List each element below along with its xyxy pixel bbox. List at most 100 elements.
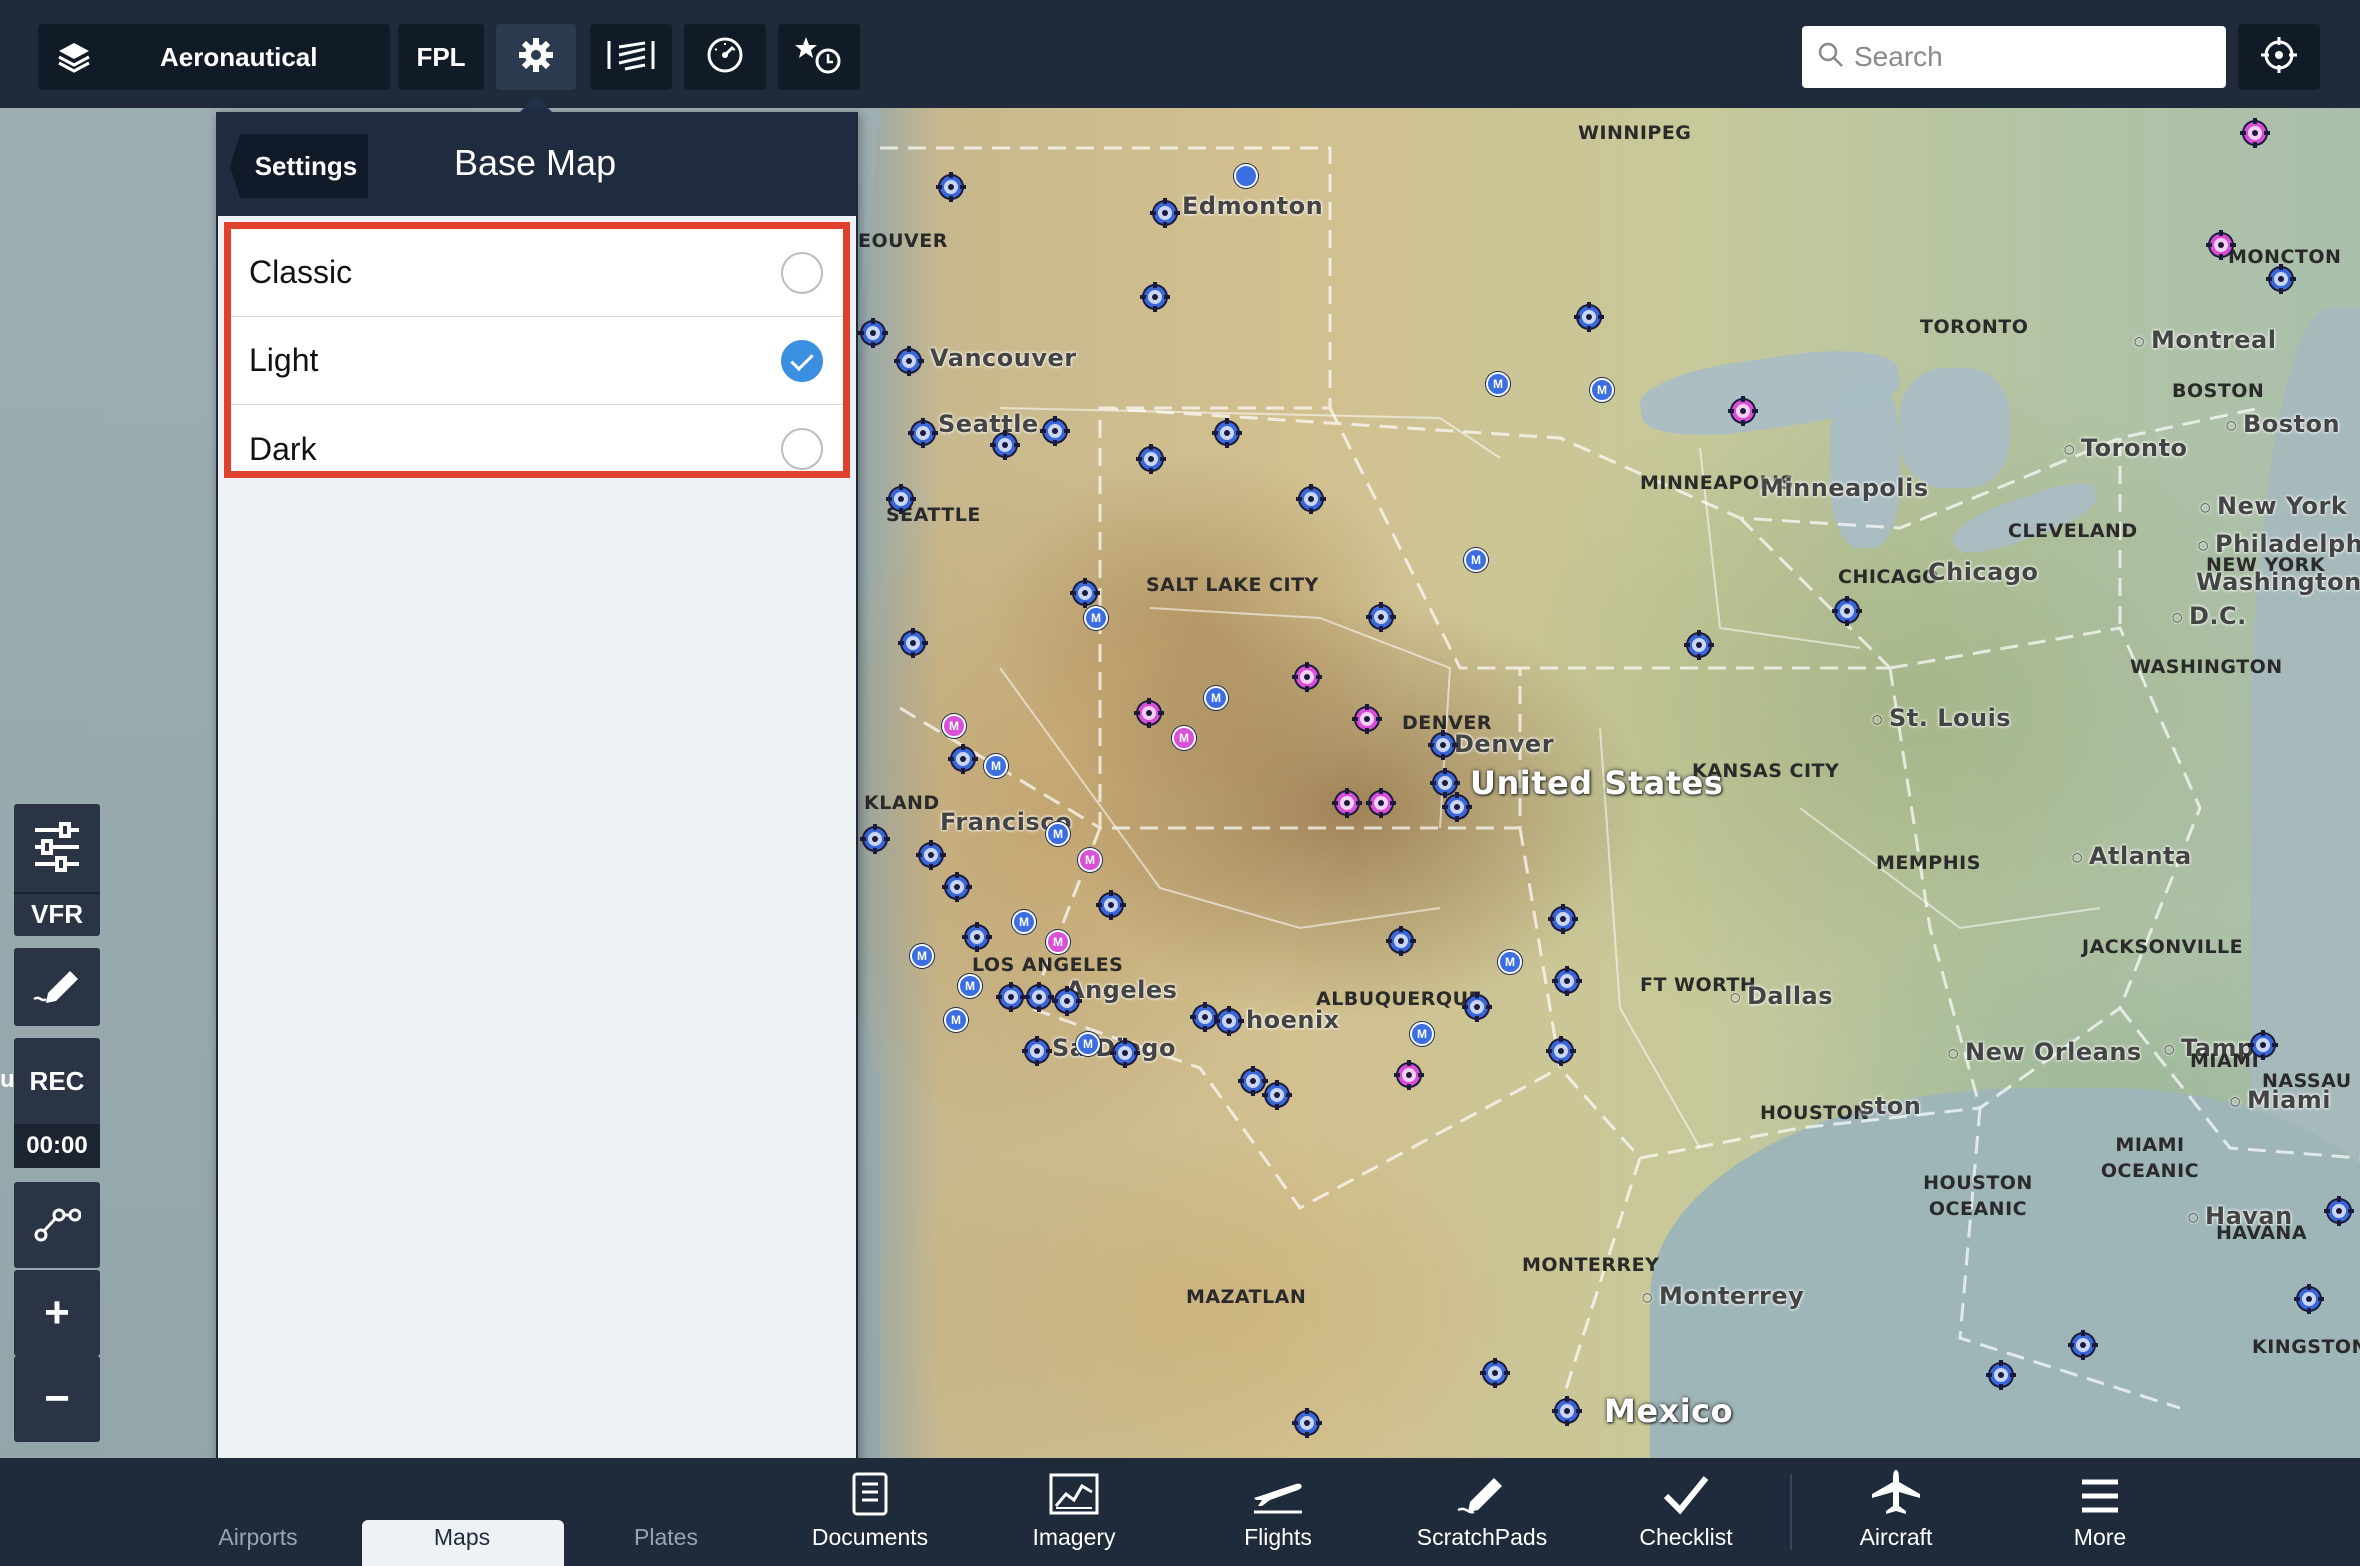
airport-marker[interactable] <box>2206 230 2236 260</box>
airport-marker[interactable] <box>860 824 890 854</box>
military-airport-badge[interactable]: M <box>1046 822 1070 846</box>
tab-flights[interactable]: Flights <box>1188 1458 1368 1566</box>
tab-airports[interactable]: Airports <box>168 1458 348 1566</box>
airport-marker[interactable] <box>1546 1036 1576 1066</box>
airport-marker[interactable] <box>908 418 938 448</box>
military-airport-badge[interactable]: M <box>1204 686 1228 710</box>
airport-marker[interactable] <box>2266 264 2296 294</box>
airport-marker[interactable] <box>1096 890 1126 920</box>
airport-marker[interactable] <box>962 922 992 952</box>
search-input[interactable] <box>1854 41 2214 73</box>
military-airport-badge[interactable]: M <box>1464 548 1488 572</box>
draw-button[interactable] <box>14 948 100 1026</box>
airport-marker[interactable] <box>2294 1284 2324 1314</box>
option-light[interactable]: Light <box>231 317 843 405</box>
tab-checklist[interactable]: Checklist <box>1596 1458 1776 1566</box>
military-airport-badge[interactable]: M <box>1590 378 1614 402</box>
airport-marker[interactable] <box>936 172 966 202</box>
airport-marker[interactable] <box>1292 1408 1322 1438</box>
recents-favorites-button[interactable] <box>778 24 860 90</box>
airport-marker[interactable] <box>1262 1080 1292 1110</box>
airport-marker[interactable] <box>1386 926 1416 956</box>
airport-marker[interactable] <box>1428 730 1458 760</box>
military-airport-badge[interactable]: M <box>944 1008 968 1032</box>
search-box[interactable] <box>1802 26 2226 88</box>
map-layer-button[interactable]: Aeronautical <box>38 24 390 90</box>
map-settings-button[interactable]: VFR <box>14 804 100 936</box>
tab-more[interactable]: More <box>2010 1458 2190 1566</box>
option-dark[interactable]: Dark <box>231 405 843 493</box>
military-airport-badge[interactable]: M <box>1084 606 1108 630</box>
military-airport-badge[interactable]: M <box>1076 1032 1100 1056</box>
airport-marker[interactable] <box>1352 704 1382 734</box>
airport-marker[interactable] <box>942 872 972 902</box>
airport-marker[interactable] <box>1022 1036 1052 1066</box>
airport-marker[interactable] <box>1040 416 1070 446</box>
tab-imagery[interactable]: Imagery <box>984 1458 1164 1566</box>
airport-marker[interactable] <box>898 628 928 658</box>
military-airport-badge[interactable]: M <box>1172 726 1196 750</box>
airport-marker[interactable] <box>1728 396 1758 426</box>
military-airport-badge[interactable]: M <box>910 944 934 968</box>
airport-marker[interactable] <box>1480 1358 1510 1388</box>
locate-button[interactable] <box>2238 24 2320 90</box>
option-classic[interactable]: Classic <box>231 229 843 317</box>
military-airport-badge[interactable]: M <box>984 754 1008 778</box>
airport-marker[interactable] <box>1110 1038 1140 1068</box>
airport-marker[interactable] <box>1292 662 1322 692</box>
military-airport-badge[interactable]: M <box>1012 910 1036 934</box>
airport-marker[interactable] <box>1136 444 1166 474</box>
military-airport-badge[interactable]: M <box>1046 930 1070 954</box>
airport-marker[interactable] <box>1366 788 1396 818</box>
airport-marker[interactable] <box>1832 596 1862 626</box>
airport-marker[interactable] <box>916 840 946 870</box>
airport-marker[interactable] <box>1394 1060 1424 1090</box>
airport-marker[interactable] <box>1462 992 1492 1022</box>
military-airport-badge[interactable]: M <box>1078 848 1102 872</box>
track-record-button[interactable]: REC 00:00 <box>14 1038 100 1168</box>
tab-aircraft[interactable]: Aircraft <box>1806 1458 1986 1566</box>
zoom-in-button[interactable]: + <box>14 1270 100 1356</box>
airport-marker[interactable] <box>1442 792 1472 822</box>
airport-marker[interactable] <box>1150 198 1180 228</box>
airport-marker[interactable] <box>996 982 1026 1012</box>
route-button[interactable] <box>14 1182 100 1268</box>
tab-documents[interactable]: Documents <box>780 1458 960 1566</box>
airport-marker[interactable] <box>1296 484 1326 514</box>
airport-marker[interactable] <box>1332 788 1362 818</box>
airport-marker[interactable] <box>1574 302 1604 332</box>
airport-marker[interactable] <box>1366 602 1396 632</box>
airport-marker[interactable] <box>1212 418 1242 448</box>
settings-back-button[interactable]: Settings <box>230 134 368 198</box>
tab-maps[interactable]: Maps <box>372 1458 552 1566</box>
airport-marker[interactable] <box>1684 630 1714 660</box>
checkmark-icon[interactable] <box>781 339 823 382</box>
military-airport-badge[interactable]: M <box>1486 372 1510 396</box>
tab-plates[interactable]: Plates <box>576 1458 756 1566</box>
instruments-button[interactable] <box>684 24 766 90</box>
airport-marker[interactable] <box>1552 966 1582 996</box>
military-airport-badge[interactable]: M <box>1410 1022 1434 1046</box>
military-airport-badge[interactable] <box>1234 164 1258 188</box>
settings-button[interactable] <box>496 24 576 90</box>
airport-marker[interactable] <box>1070 578 1100 608</box>
airport-marker[interactable] <box>1024 982 1054 1012</box>
airport-marker[interactable] <box>948 744 978 774</box>
radio-unchecked-icon[interactable] <box>781 251 823 294</box>
radio-unchecked-icon[interactable] <box>781 428 823 470</box>
airport-marker[interactable] <box>990 430 1020 460</box>
tab-scratchpads[interactable]: ScratchPads <box>1392 1458 1572 1566</box>
airport-marker[interactable] <box>1140 282 1170 312</box>
airport-marker[interactable] <box>858 318 888 348</box>
airport-marker[interactable] <box>886 484 916 514</box>
airport-marker[interactable] <box>2248 1030 2278 1060</box>
airport-marker[interactable] <box>894 346 924 376</box>
military-airport-badge[interactable]: M <box>942 714 966 738</box>
airport-marker[interactable] <box>2240 118 2270 148</box>
airport-marker[interactable] <box>2324 1196 2354 1226</box>
airport-marker[interactable] <box>1134 698 1164 728</box>
airport-marker[interactable] <box>1052 986 1082 1016</box>
airport-marker[interactable] <box>2068 1330 2098 1360</box>
airport-marker[interactable] <box>1214 1006 1244 1036</box>
airport-marker[interactable] <box>1986 1360 2016 1390</box>
